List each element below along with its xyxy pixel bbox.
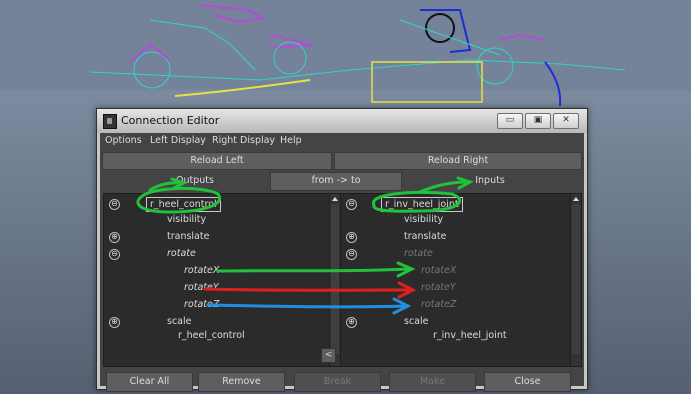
annotation-green-rotatex-arrow	[216, 261, 416, 278]
annotation-green-outputs	[136, 177, 222, 214]
annotation-green-inputs	[372, 176, 474, 213]
annotation-red-rotatey-arrow	[203, 281, 417, 299]
annotation-blue-rotatez-arrow	[206, 297, 412, 315]
annotation-overlay	[136, 176, 474, 315]
